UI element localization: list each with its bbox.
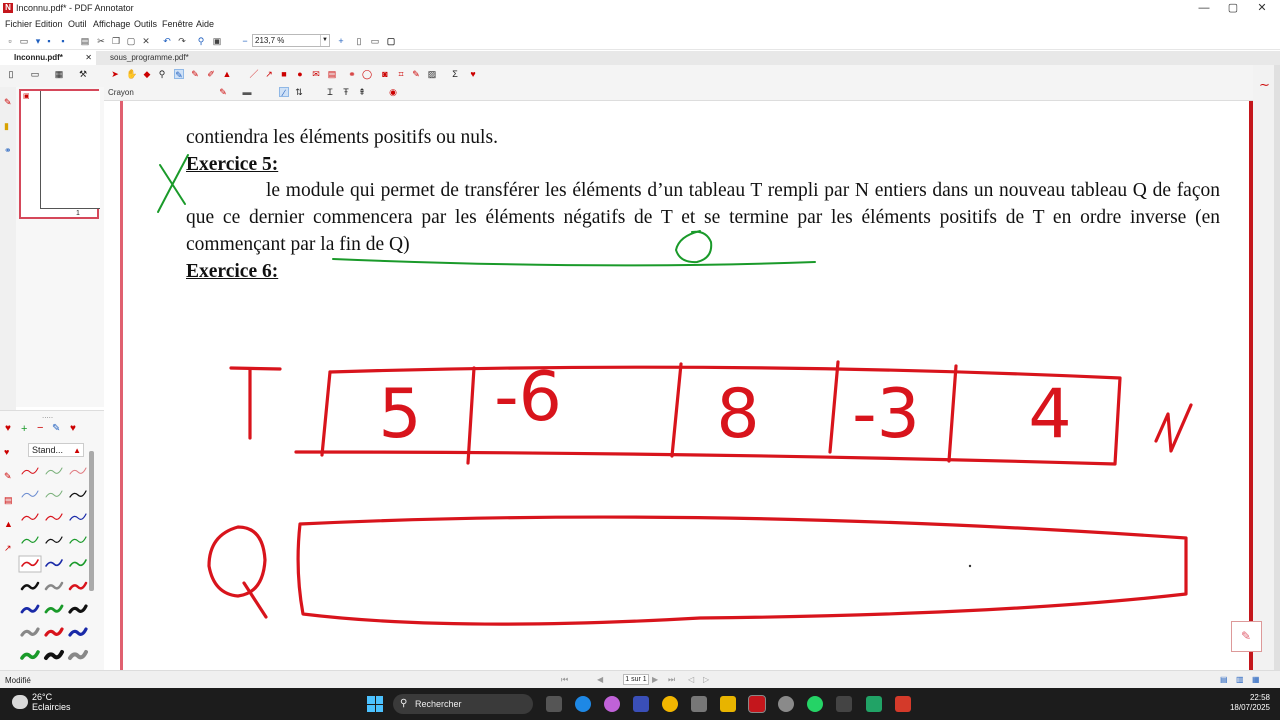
- file-explorer-icon[interactable]: [720, 696, 736, 712]
- next-page-icon[interactable]: ▶: [652, 675, 658, 684]
- floating-pen-button[interactable]: ✎: [1231, 621, 1262, 652]
- array-t-cell-value: 4: [1028, 375, 1071, 454]
- weather-temp: 26°C: [32, 692, 53, 702]
- start-button[interactable]: [367, 696, 383, 712]
- app-icon[interactable]: [836, 696, 852, 712]
- taskbar-clock[interactable]: 22:58 18/07/2025: [1224, 693, 1270, 713]
- clock-date: 18/07/2025: [1229, 703, 1270, 712]
- vertical-scrollbar[interactable]: [1274, 65, 1280, 670]
- pen-mode-icon[interactable]: ∼: [1259, 77, 1270, 93]
- array-q-frame: [296, 515, 1188, 626]
- pen-icon: ✎: [1241, 629, 1252, 643]
- first-page-icon[interactable]: ⏮: [561, 675, 568, 685]
- start-tile: [375, 696, 383, 704]
- whatsapp-icon[interactable]: [807, 696, 823, 712]
- last-page-icon[interactable]: ⏭: [668, 675, 675, 685]
- cell-divider: [670, 362, 683, 458]
- green-underline: [332, 258, 816, 267]
- back-icon[interactable]: ◁: [688, 675, 694, 684]
- settings-icon[interactable]: [778, 696, 794, 712]
- array-t-cell-value: -3: [852, 375, 920, 454]
- cell-divider: [828, 360, 840, 454]
- taskbar-search[interactable]: ⚲ Rechercher: [393, 694, 533, 714]
- continuous-view-icon[interactable]: ▥: [1236, 675, 1244, 684]
- search-placeholder: Rechercher: [415, 699, 462, 709]
- ink-layer: T 5 -6 8 -3 4 N Q: [157, 154, 1193, 626]
- two-page-view-icon[interactable]: ▦: [1252, 675, 1260, 684]
- copilot-icon[interactable]: [604, 696, 620, 712]
- page-number-field[interactable]: 1 sur 1: [623, 674, 649, 685]
- forward-icon[interactable]: ▷: [703, 675, 709, 684]
- calculator-icon[interactable]: [691, 696, 707, 712]
- green-circle-fin: [675, 230, 713, 264]
- array-t-left-border: [320, 370, 332, 457]
- array-t-cell-value: 8: [716, 375, 759, 454]
- single-page-view-icon[interactable]: ▤: [1220, 675, 1228, 684]
- array-t-cell-value: -6: [494, 358, 562, 437]
- chrome-icon[interactable]: [662, 696, 678, 712]
- status-text: Modifié: [5, 676, 31, 685]
- clock-time: 22:58: [1249, 693, 1270, 702]
- math-app-icon[interactable]: [633, 696, 649, 712]
- start-tile: [367, 704, 375, 712]
- ink-dot: [968, 564, 972, 568]
- task-view-icon[interactable]: [546, 696, 562, 712]
- start-tile: [367, 696, 375, 704]
- array-t-cell-value: 5: [378, 375, 421, 454]
- camtasia-icon[interactable]: [866, 696, 882, 712]
- right-pane: ∼ ✎: [1231, 65, 1280, 670]
- start-tile: [375, 704, 383, 712]
- search-icon: ⚲: [400, 698, 408, 709]
- edge-icon[interactable]: [575, 696, 591, 712]
- previous-page-icon[interactable]: ◀: [597, 675, 603, 684]
- letter-stroke: [229, 366, 282, 371]
- cell-divider: [466, 366, 476, 465]
- cell-divider: [947, 364, 958, 463]
- weather-widget[interactable]: 26°C Eclaircies: [32, 692, 71, 712]
- pdf-annotator-icon[interactable]: [748, 695, 766, 713]
- recorder-icon[interactable]: [895, 696, 911, 712]
- weather-icon[interactable]: [12, 695, 28, 709]
- weather-desc: Eclaircies: [32, 702, 71, 712]
